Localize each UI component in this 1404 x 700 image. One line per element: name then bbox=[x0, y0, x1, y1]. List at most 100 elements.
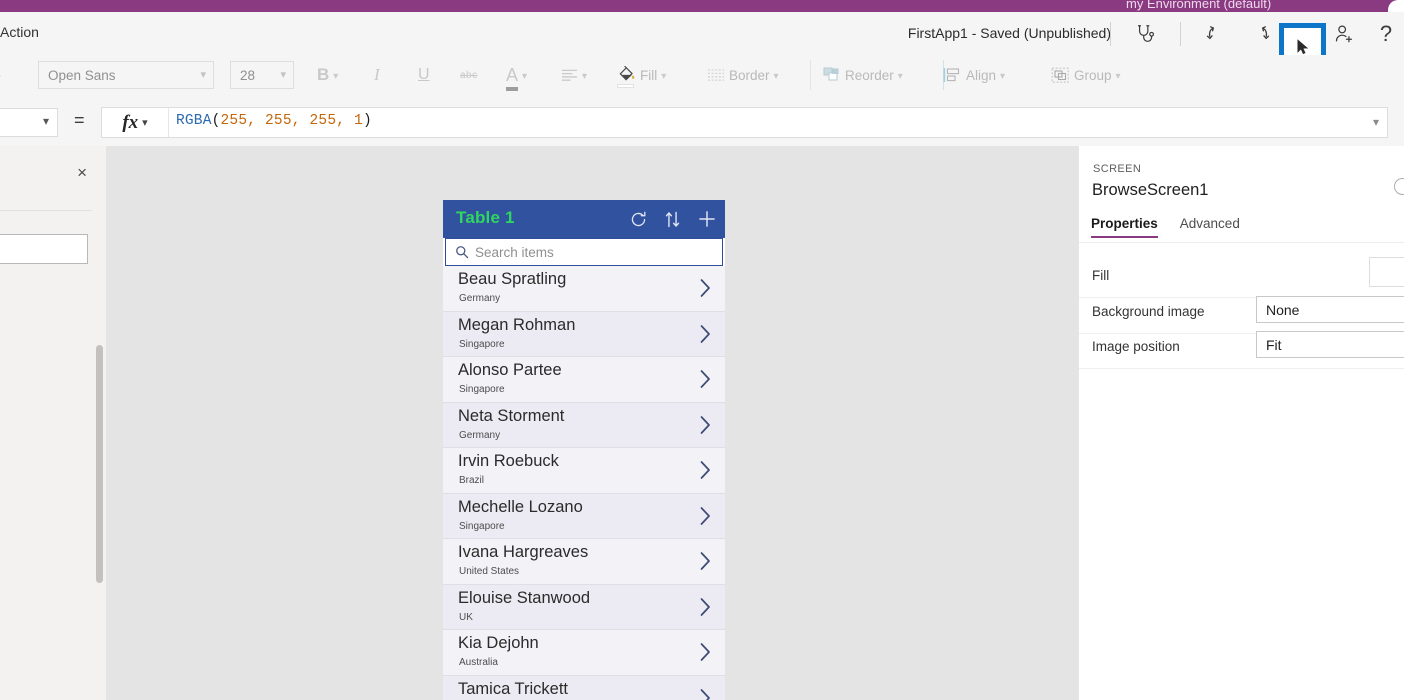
image-position-dropdown[interactable]: Fit ▾ bbox=[1256, 331, 1404, 358]
gallery-item[interactable]: Kia Dejohn Australia bbox=[443, 630, 725, 676]
equals-sign: = bbox=[74, 110, 85, 130]
app-checker-icon[interactable] bbox=[1128, 18, 1164, 50]
environment-name: my Environment (default) bbox=[1126, 0, 1272, 11]
align-left-icon bbox=[562, 69, 577, 81]
gallery-item-country: Singapore bbox=[459, 384, 505, 395]
gallery-item[interactable]: Beau Spratling Germany bbox=[443, 266, 725, 312]
font-size-combo[interactable]: 28 ▾ bbox=[230, 61, 294, 89]
chevron-right-icon[interactable] bbox=[698, 505, 713, 532]
chevron-right-icon[interactable] bbox=[698, 596, 713, 623]
formula-open-paren: ( bbox=[211, 113, 221, 129]
chevron-down-icon: ▾ bbox=[280, 69, 286, 81]
properties-panel-title: BrowseScreen1 bbox=[1092, 181, 1209, 199]
chevron-right-icon[interactable] bbox=[698, 459, 713, 486]
left-panel-scroll-thumb[interactable] bbox=[96, 345, 103, 583]
refresh-icon[interactable] bbox=[629, 210, 648, 229]
formula-text[interactable]: RGBA(255, 255, 255, 1) bbox=[176, 113, 372, 129]
group-icon bbox=[1051, 67, 1069, 83]
gallery-item-name: Kia Dejohn bbox=[458, 634, 539, 652]
gallery-item-name: Beau Spratling bbox=[458, 270, 567, 288]
background-image-dropdown[interactable]: None ▾ bbox=[1256, 296, 1404, 323]
browse-gallery-screen[interactable]: Table 1 Search items Beau Spratling Germ… bbox=[443, 200, 725, 700]
redo-icon[interactable] bbox=[1241, 18, 1277, 50]
gallery-item[interactable]: Alonso Partee Singapore bbox=[443, 357, 725, 403]
gallery-item[interactable]: Mechelle Lozano Singapore bbox=[443, 493, 725, 539]
dropdown-value: None bbox=[1266, 301, 1300, 318]
gallery-title[interactable]: Table 1 bbox=[456, 208, 515, 228]
font-size-value: 28 bbox=[240, 67, 256, 83]
chevron-down-icon: ▾ bbox=[200, 69, 206, 81]
gallery-header-icons bbox=[629, 200, 717, 238]
gallery-item-country: United States bbox=[459, 566, 520, 577]
chevron-down-icon: ▾ bbox=[661, 70, 667, 82]
fx-button[interactable]: fx ▾ bbox=[102, 108, 169, 137]
gallery-item-name: Elouise Stanwood bbox=[458, 588, 591, 607]
command-separator-1 bbox=[1110, 22, 1111, 46]
left-panel-search-input[interactable] bbox=[0, 234, 88, 264]
powerapps-studio-window: my Environment (default) Action FirstApp… bbox=[0, 0, 1404, 700]
undo-icon[interactable] bbox=[1199, 18, 1235, 50]
fill-color-swatch bbox=[617, 84, 634, 88]
property-row-image-position: Image position Fit ▾ bbox=[1079, 331, 1404, 362]
fill-button[interactable]: Fill ▾ bbox=[617, 58, 666, 92]
italic-button[interactable]: I bbox=[374, 58, 380, 92]
reorder-label: Reorder bbox=[845, 67, 894, 83]
group-button[interactable]: Group ▾ bbox=[1051, 58, 1121, 92]
align-button[interactable]: Align ▾ bbox=[943, 58, 1005, 92]
gallery-item[interactable]: Megan Rohman Singapore bbox=[443, 311, 725, 357]
chevron-right-icon[interactable] bbox=[698, 368, 713, 395]
gallery-item[interactable]: Tamica Trickett bbox=[443, 675, 725, 700]
border-icon bbox=[708, 68, 724, 81]
gallery-item[interactable]: Neta Storment Germany bbox=[443, 402, 725, 448]
chevron-right-icon[interactable] bbox=[698, 414, 713, 441]
text-align-button[interactable]: ▾ bbox=[561, 58, 587, 92]
gallery-list[interactable]: Beau Spratling Germany Megan Rohman Singapo… bbox=[443, 266, 725, 700]
border-button[interactable]: Border ▾ bbox=[707, 58, 779, 92]
left-panel-scrollbar[interactable] bbox=[92, 146, 106, 700]
gallery-item[interactable]: Irvin Roebuck Brazil bbox=[443, 448, 725, 494]
strikethrough-label: abc bbox=[460, 69, 478, 81]
gallery-item-name: Irvin Roebuck bbox=[458, 452, 559, 470]
property-label: Background image bbox=[1092, 304, 1205, 319]
chevron-right-icon[interactable] bbox=[698, 641, 713, 668]
dropdown-value: Fit bbox=[1266, 336, 1282, 353]
tabs-underline bbox=[1079, 242, 1404, 243]
text-style-chevron-icon[interactable]: ▾ bbox=[0, 71, 1, 84]
strikethrough-button[interactable]: abc bbox=[460, 58, 478, 92]
bold-button[interactable]: B ▾ bbox=[317, 58, 338, 92]
environment-bar: my Environment (default) bbox=[0, 0, 1404, 12]
fill-color-picker[interactable] bbox=[1369, 257, 1404, 287]
tab-properties[interactable]: Properties bbox=[1091, 216, 1158, 238]
reorder-button[interactable]: Reorder ▾ bbox=[823, 58, 903, 92]
info-circle-icon[interactable] bbox=[1394, 178, 1404, 195]
formula-expand-chevron-icon[interactable]: ▾ bbox=[1373, 115, 1379, 129]
gallery-header: Table 1 bbox=[443, 200, 725, 238]
properties-panel-tabs: Properties Advanced bbox=[1091, 216, 1240, 238]
share-user-icon[interactable] bbox=[1326, 18, 1362, 50]
font-color-button[interactable]: A ▾ bbox=[506, 58, 527, 92]
app-canvas[interactable]: Table 1 Search items Beau Spratling Germ… bbox=[106, 146, 1078, 700]
close-icon[interactable]: × bbox=[77, 164, 87, 181]
gallery-item-country: Germany bbox=[459, 429, 501, 441]
tab-advanced[interactable]: Advanced bbox=[1180, 216, 1240, 238]
font-family-combo[interactable]: Open Sans ▾ bbox=[38, 61, 214, 89]
bold-label: B bbox=[317, 65, 330, 84]
chevron-down-icon: ▾ bbox=[897, 70, 903, 82]
add-icon[interactable] bbox=[697, 209, 717, 229]
formula-close-paren: ) bbox=[362, 113, 372, 129]
help-icon[interactable]: ? bbox=[1368, 18, 1404, 50]
gallery-search-box[interactable]: Search items bbox=[445, 238, 723, 266]
gallery-item[interactable]: Elouise Stanwood UK bbox=[443, 584, 725, 630]
underline-button[interactable]: U bbox=[418, 58, 430, 92]
formula-input-box[interactable]: fx ▾ RGBA(255, 255, 255, 1) ▾ bbox=[101, 107, 1388, 138]
chevron-right-icon[interactable] bbox=[698, 687, 713, 700]
action-menu-label[interactable]: Action bbox=[0, 24, 39, 40]
gallery-item-name: Tamica Trickett bbox=[458, 679, 569, 698]
chevron-right-icon[interactable] bbox=[698, 550, 713, 577]
sort-icon[interactable] bbox=[665, 210, 680, 229]
chevron-right-icon[interactable] bbox=[698, 323, 713, 350]
chevron-right-icon[interactable] bbox=[698, 277, 713, 304]
property-select[interactable]: ▾ bbox=[0, 108, 58, 137]
gallery-item[interactable]: Ivana Hargreaves United States bbox=[443, 539, 725, 585]
gallery-item-name: Alonso Partee bbox=[458, 361, 562, 379]
